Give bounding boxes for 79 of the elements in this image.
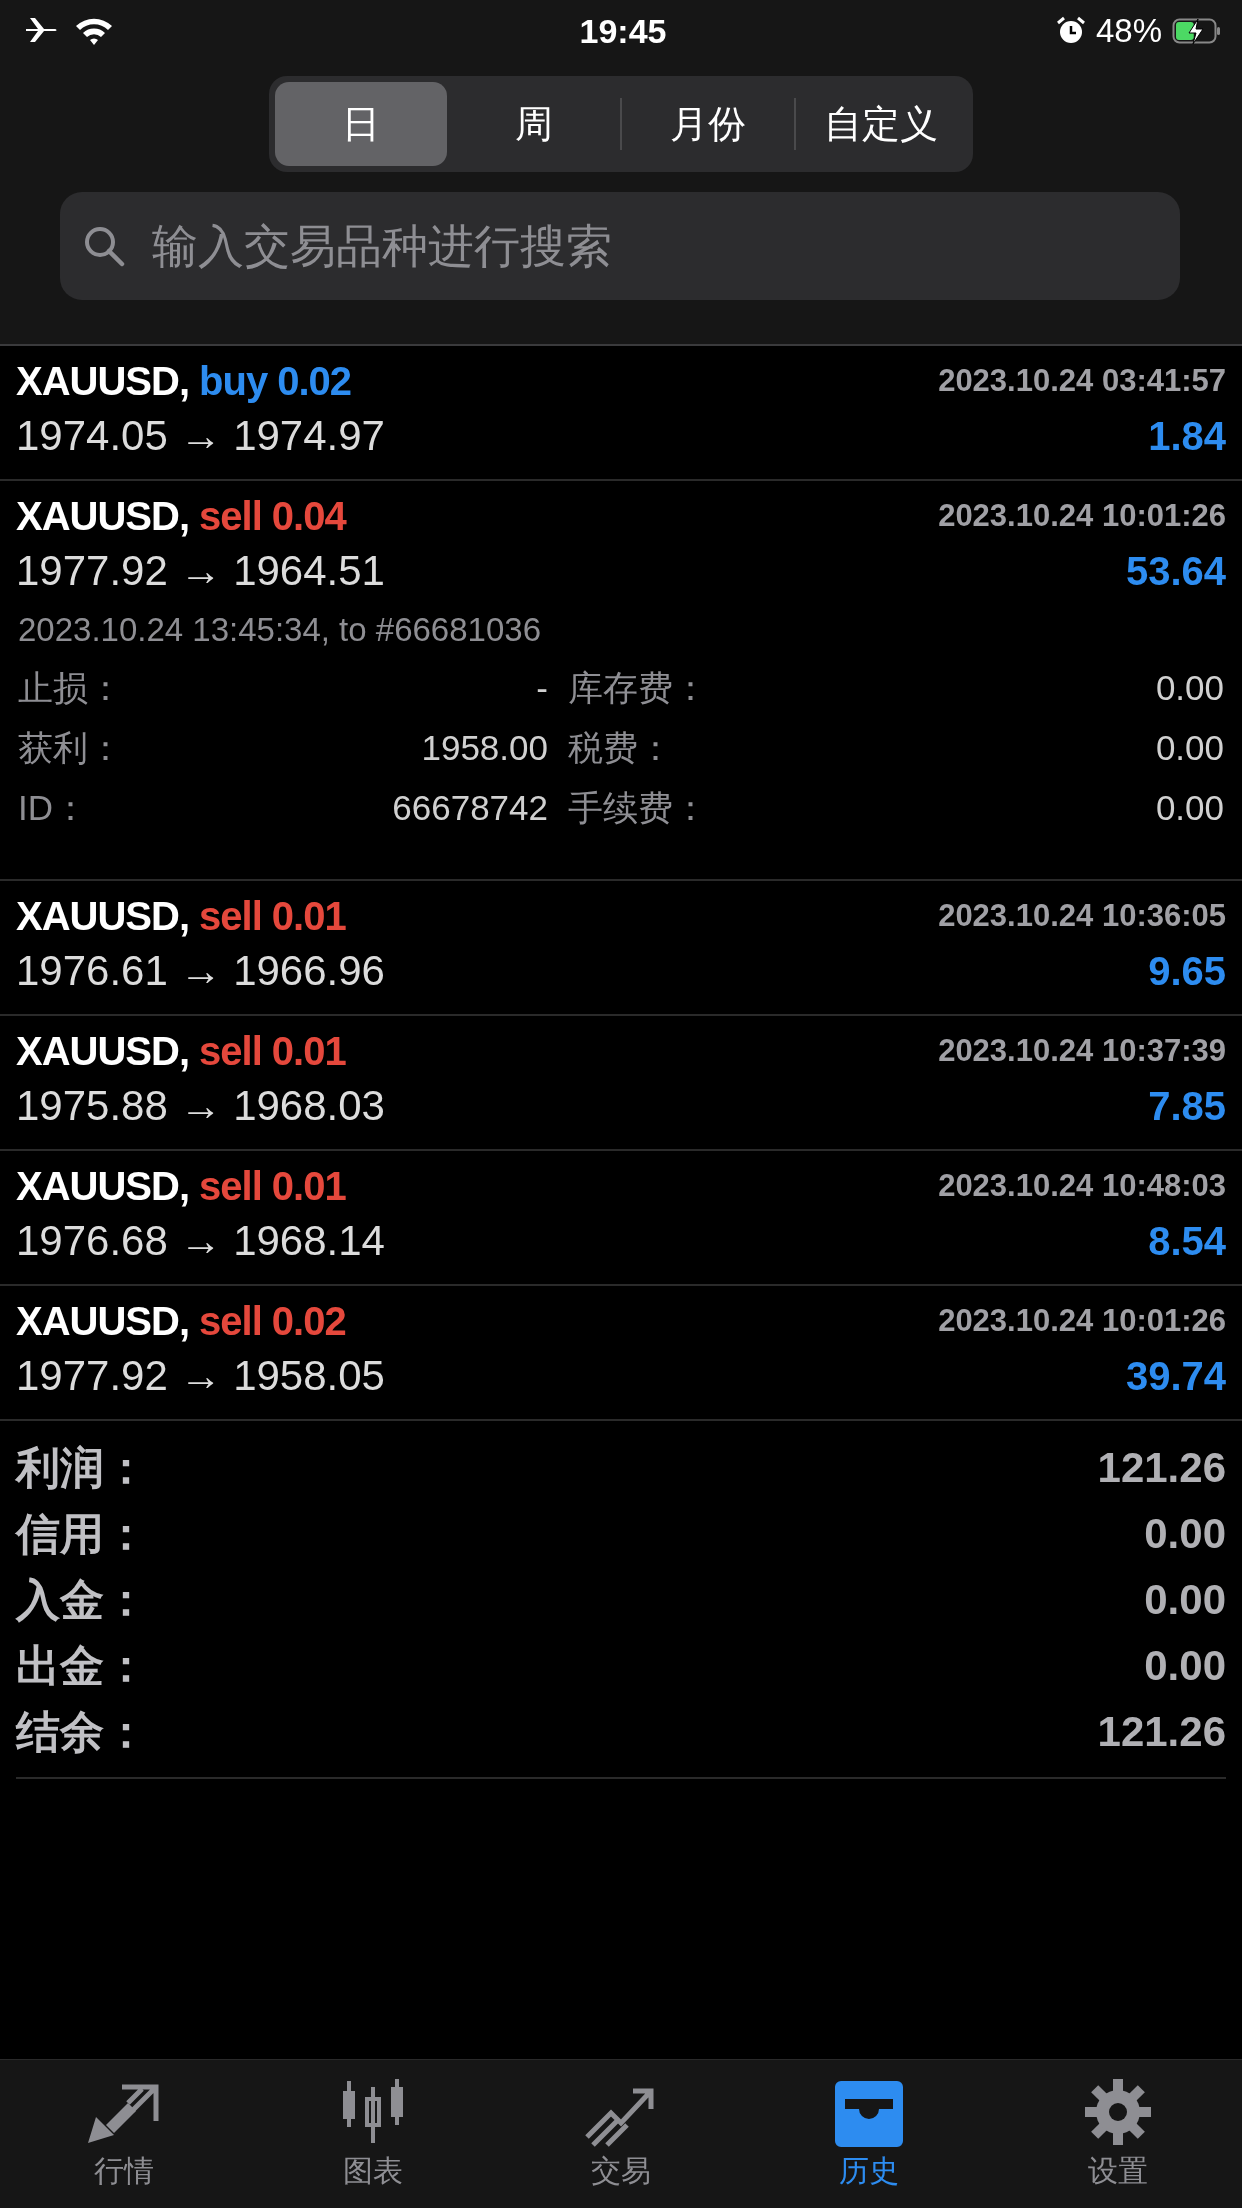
trade-time: 2023.10.24 10:36:05 [938, 898, 1226, 934]
summary-value: 0.00 [1144, 1642, 1226, 1690]
price-range: 1976.61 → 1966.96 [16, 947, 385, 995]
field-label: 止损： [18, 666, 123, 709]
price-range: 1977.92 → 1958.05 [16, 1352, 385, 1400]
profit: 9.65 [1148, 948, 1226, 994]
summary-label: 结余： [16, 1705, 148, 1758]
profit: 53.64 [1125, 548, 1226, 594]
tab-label: 设置 [1087, 2152, 1148, 2189]
summary-value: 121.26 [1097, 1708, 1226, 1756]
field-value: 0.00 [1155, 668, 1224, 708]
profit: 8.54 [1148, 1218, 1226, 1264]
price-range: 1977.92 → 1964.51 [16, 547, 385, 595]
alarm-icon [1055, 16, 1086, 46]
period-tab[interactable]: 自定义 [795, 82, 967, 166]
tab-bar-item[interactable]: 交易 [530, 2076, 711, 2192]
price-range: 1975.88 → 1968.03 [16, 1082, 385, 1130]
trade-row[interactable]: XAUUSD, sell 0.01 2023.10.24 10:48:03 1976.68 → 1968.14 8.54 [0, 1151, 1242, 1286]
symbol: XAUUSD, [16, 1028, 190, 1074]
tab-bar-item[interactable]: 行情 [34, 2076, 215, 2192]
tab-label: 交易 [590, 2152, 651, 2189]
field-value: 0.00 [1155, 788, 1224, 828]
close-info: 2023.10.24 13:45:34, to #66681036 [18, 611, 542, 649]
profit: 39.74 [1125, 1353, 1226, 1399]
trade-row[interactable]: XAUUSD, sell 0.01 2023.10.24 10:37:39 1975.88 → 1968.03 7.85 [0, 1016, 1242, 1151]
trade-row[interactable]: XAUUSD, sell 0.02 2023.10.24 10:01:26 1977.92 → 1958.05 39.74 [0, 1286, 1242, 1421]
summary-label: 利润： [16, 1441, 148, 1494]
period-tab[interactable]: 周 [448, 82, 620, 166]
search-field[interactable]: 输入交易品种进行搜索 [60, 192, 1180, 300]
order-type: sell 0.01 [199, 893, 346, 939]
search-icon [82, 224, 126, 268]
symbol: XAUUSD, [16, 493, 190, 539]
symbol: XAUUSD, [16, 358, 190, 404]
tab-bar-item[interactable]: 设置 [1027, 2076, 1208, 2192]
order-type: sell 0.01 [199, 1028, 346, 1074]
trade-time: 2023.10.24 10:37:39 [938, 1033, 1226, 1069]
trade-row[interactable]: XAUUSD, sell 0.01 2023.10.24 10:36:05 1976.61 → 1966.96 9.65 [0, 881, 1242, 1016]
period-tab[interactable]: 月份 [622, 82, 794, 166]
field-label: 手续费： [568, 786, 708, 829]
price-range: 1974.05 → 1974.97 [16, 412, 385, 460]
summary-label: 入金： [16, 1573, 148, 1626]
order-type: buy 0.02 [199, 358, 352, 404]
summary-value: 121.26 [1097, 1444, 1226, 1492]
tab-bar-item[interactable]: 图表 [282, 2076, 463, 2192]
order-type: sell 0.02 [199, 1298, 346, 1344]
trade-row[interactable]: XAUUSD, sell 0.04 2023.10.24 10:01:26 1977.92 → 1964.51 53.64 2023.10.24 13:45:34, to #66681036 止损： - 获利： 1958.00 ID： 66678742 库存费： 0.00 税费： 0.00 手续费： 0.00 [0, 481, 1242, 881]
trade-time: 2023.10.24 10:01:26 [938, 1303, 1226, 1339]
field-value: 66678742 [392, 788, 548, 828]
trade-time: 2023.10.24 10:01:26 [938, 498, 1226, 534]
field-label: 税费： [568, 726, 673, 769]
symbol: XAUUSD, [16, 893, 190, 939]
battery-percent: 48% [1095, 12, 1162, 50]
trade-time: 2023.10.24 10:48:03 [938, 1168, 1226, 1204]
field-value: - [536, 668, 548, 708]
order-type: sell 0.01 [199, 1163, 346, 1209]
field-label: ID： [18, 786, 88, 829]
wifi-icon [74, 16, 114, 46]
clock: 19:45 [579, 11, 667, 51]
order-type: sell 0.04 [199, 493, 346, 539]
field-label: 获利： [18, 726, 123, 769]
period-tab[interactable]: 日 [275, 82, 447, 166]
summary-label: 信用： [16, 1507, 148, 1560]
summary-value: 0.00 [1144, 1576, 1226, 1624]
field-label: 库存费： [568, 666, 708, 709]
tab-bar-item[interactable]: 历史 [779, 2076, 960, 2192]
field-value: 0.00 [1155, 728, 1224, 768]
symbol: XAUUSD, [16, 1298, 190, 1344]
profit: 1.84 [1148, 413, 1226, 459]
summary-label: 出金： [16, 1639, 148, 1692]
trade-time: 2023.10.24 03:41:57 [938, 363, 1226, 399]
price-range: 1976.68 → 1968.14 [16, 1217, 385, 1265]
symbol: XAUUSD, [16, 1163, 190, 1209]
summary-value: 0.00 [1144, 1510, 1226, 1558]
profit: 7.85 [1148, 1083, 1226, 1129]
tab-label: 行情 [94, 2152, 155, 2189]
tab-label: 图表 [342, 2152, 403, 2189]
trade-row[interactable]: XAUUSD, buy 0.02 2023.10.24 03:41:57 1974.05 → 1974.97 1.84 [0, 346, 1242, 481]
field-value: 1958.00 [421, 728, 548, 768]
tab-label: 历史 [839, 2152, 900, 2189]
